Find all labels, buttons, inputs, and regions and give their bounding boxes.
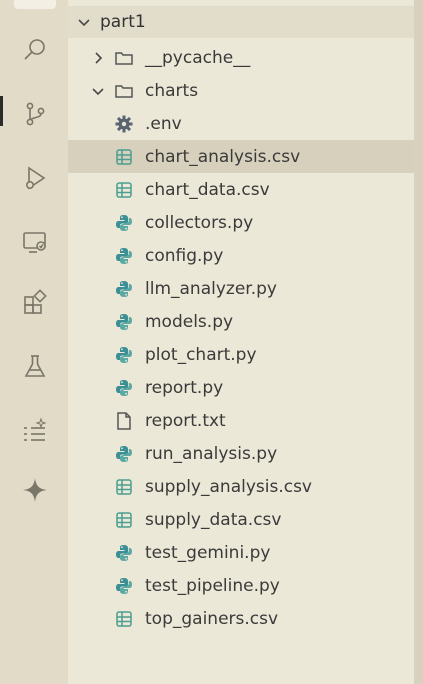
- file-row[interactable]: top_gainers.csv: [68, 602, 414, 635]
- file-label: supply_analysis.csv: [145, 476, 312, 497]
- gear-icon: [114, 114, 134, 134]
- testing-icon[interactable]: [17, 348, 53, 384]
- file-label: top_gainers.csv: [145, 608, 279, 629]
- folder-row[interactable]: charts: [68, 74, 414, 107]
- file-label: collectors.py: [145, 212, 254, 233]
- chevron-down-icon[interactable]: [76, 14, 92, 30]
- folder-icon: [114, 81, 134, 101]
- csv-icon: [114, 180, 134, 200]
- file-row[interactable]: config.py: [68, 239, 414, 272]
- chevron-down-icon[interactable]: [90, 83, 106, 99]
- file-row[interactable]: run_analysis.py: [68, 437, 414, 470]
- file-label: config.py: [145, 245, 224, 266]
- file-label: supply_data.csv: [145, 509, 282, 530]
- file-row[interactable]: models.py: [68, 305, 414, 338]
- file-label: test_gemini.py: [145, 542, 271, 563]
- python-icon: [114, 345, 134, 365]
- python-icon: [114, 444, 134, 464]
- file-label: plot_chart.py: [145, 344, 257, 365]
- file-row[interactable]: test_pipeline.py: [68, 569, 414, 602]
- run-debug-icon[interactable]: [17, 160, 53, 196]
- file-row[interactable]: report.txt: [68, 404, 414, 437]
- file-row[interactable]: collectors.py: [68, 206, 414, 239]
- activity-bar: [0, 0, 68, 684]
- explorer-activity-tab[interactable]: [14, 0, 56, 9]
- file-label: models.py: [145, 311, 234, 332]
- file-label: chart_data.csv: [145, 179, 270, 200]
- file-label: .env: [145, 113, 182, 134]
- file-label: llm_analyzer.py: [145, 278, 277, 299]
- file-label: report.py: [145, 377, 224, 398]
- python-icon: [114, 279, 134, 299]
- python-icon: [114, 576, 134, 596]
- extensions-icon[interactable]: [17, 284, 53, 320]
- python-icon: [114, 378, 134, 398]
- sparkle-icon[interactable]: [17, 472, 53, 508]
- search-icon[interactable]: [17, 32, 53, 68]
- file-label: chart_analysis.csv: [145, 146, 301, 167]
- file-row[interactable]: .env: [68, 107, 414, 140]
- folder-icon: [114, 48, 134, 68]
- file-label: report.txt: [145, 410, 226, 431]
- right-edge: [414, 0, 423, 684]
- remote-explorer-icon[interactable]: [17, 224, 53, 260]
- file-label: run_analysis.py: [145, 443, 278, 464]
- python-icon: [114, 312, 134, 332]
- root-folder-label: part1: [100, 12, 146, 32]
- csv-icon: [114, 477, 134, 497]
- csv-icon: [114, 609, 134, 629]
- python-icon: [114, 543, 134, 563]
- python-icon: [114, 213, 134, 233]
- source-control-icon[interactable]: [17, 96, 53, 132]
- csv-icon: [114, 147, 134, 167]
- window-edge: [0, 96, 3, 126]
- text-file-icon: [114, 411, 134, 431]
- file-row[interactable]: plot_chart.py: [68, 338, 414, 371]
- python-icon: [114, 246, 134, 266]
- file-label: test_pipeline.py: [145, 575, 280, 596]
- folder-label: charts: [145, 80, 199, 101]
- chevron-right-icon[interactable]: [90, 50, 106, 66]
- folder-row[interactable]: __pycache__: [68, 41, 414, 74]
- file-explorer: part1 __pycache__charts .env chart_analysi…: [68, 0, 414, 684]
- file-row[interactable]: supply_analysis.csv: [68, 470, 414, 503]
- file-row[interactable]: chart_data.csv: [68, 173, 414, 206]
- csv-icon: [114, 510, 134, 530]
- file-row[interactable]: report.py: [68, 371, 414, 404]
- file-row[interactable]: chart_analysis.csv: [68, 140, 414, 173]
- task-list-icon[interactable]: [17, 412, 53, 448]
- file-row[interactable]: llm_analyzer.py: [68, 272, 414, 305]
- explorer-root-folder[interactable]: part1: [68, 6, 414, 38]
- folder-label: __pycache__: [145, 47, 251, 68]
- file-row[interactable]: test_gemini.py: [68, 536, 414, 569]
- file-row[interactable]: supply_data.csv: [68, 503, 414, 536]
